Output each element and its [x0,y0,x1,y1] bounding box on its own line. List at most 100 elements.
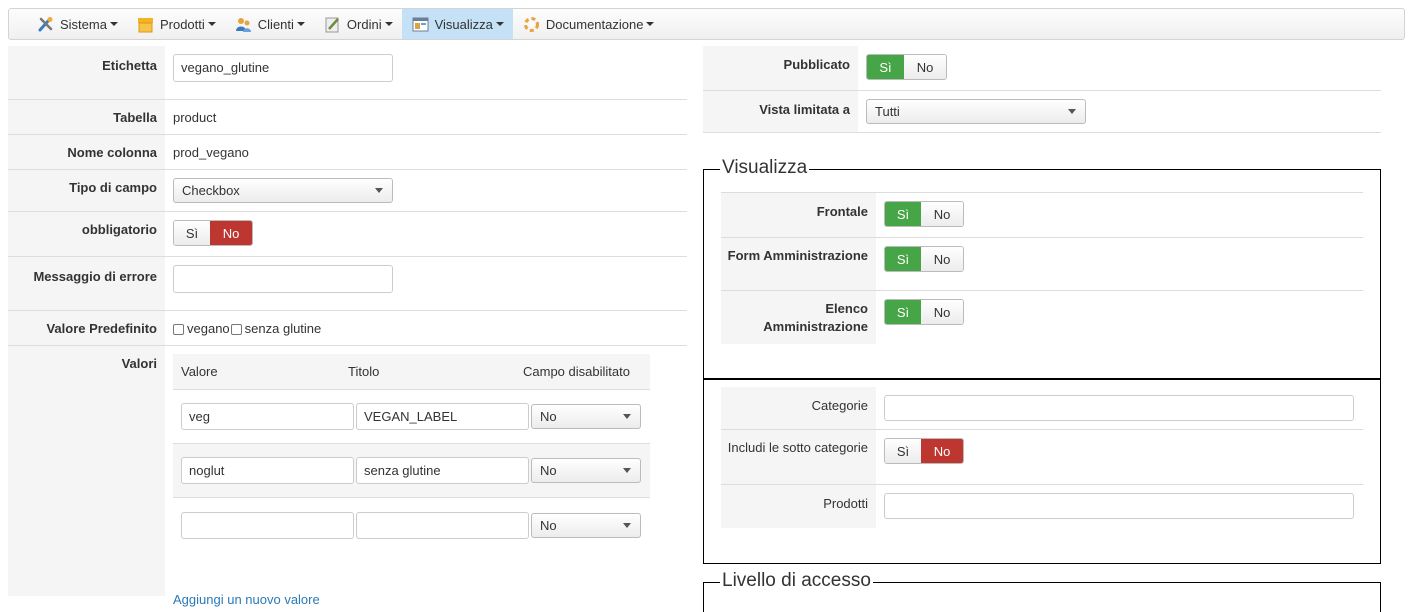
valore-input[interactable]: veg [181,403,354,430]
box-icon [137,16,154,33]
frontale-no-button[interactable]: No [921,202,963,226]
field-form: Etichetta vegano_glutine Tabella product… [8,46,687,607]
vegano-checkbox[interactable] [173,324,184,335]
titolo-input[interactable] [356,511,529,539]
titolo-input[interactable]: senza glutine [356,457,529,484]
select-value: No [540,409,557,424]
menu-label: Sistema [60,16,107,32]
includi-toggle: Sì No [884,438,964,464]
label-tipo-campo: Tipo di campo [8,170,165,211]
select-value: No [540,463,557,478]
window-icon [412,16,429,33]
menu-label: Visualizza [434,16,493,32]
select-value: Tutti [875,104,900,119]
disabilitato-select[interactable]: No [531,512,641,538]
categorie-input[interactable] [884,395,1354,421]
label-etichetta: Etichetta [8,46,165,99]
menu-documentazione[interactable]: Documentazione [513,9,664,39]
add-value-link[interactable]: Aggiungi un nuovo valore [173,592,320,607]
row-frontale: Frontale Sì No [721,193,1363,238]
messaggio-errore-input[interactable] [173,265,393,293]
disabilitato-select[interactable]: No [531,458,641,483]
etichetta-input[interactable]: vegano_glutine [173,54,393,82]
includi-no-button[interactable]: No [921,439,963,463]
header-titolo: Titolo [348,364,380,379]
obbligatorio-yes-button[interactable]: Sì [174,221,210,245]
label-tabella: Tabella [8,100,165,134]
label-pubblicato: Pubblicato [703,46,858,90]
row-valore-predefinito: Valore Predefinito vegano senza glutine [8,311,687,346]
row-etichetta: Etichetta vegano_glutine [8,46,687,100]
livello-accesso-fieldset: Livello di accesso [703,570,1381,612]
elenco-amministrazione-yes-button[interactable]: Sì [885,300,921,324]
dropdown-arrow-icon [1068,109,1076,114]
caret-down-icon [207,22,216,26]
form-amministrazione-toggle: Sì No [884,246,964,272]
lifebuoy-icon [523,16,540,33]
dropdown-arrow-icon [623,468,631,473]
vegano-label: vegano [187,321,230,336]
livello-accesso-legend: Livello di accesso [720,570,873,592]
caret-down-icon [296,22,305,26]
dropdown-arrow-icon [375,188,383,193]
frontale-yes-button[interactable]: Sì [885,202,921,226]
pubblicato-no-button[interactable]: No [904,55,946,79]
senza-glutine-checkbox[interactable] [230,324,242,335]
valori-header: Valore Titolo Campo disabilitato [173,354,650,390]
row-tipo-campo: Tipo di campo Checkbox [8,170,687,212]
menu-label: Documentazione [545,16,644,32]
label-obbligatorio: obbligatorio [8,212,165,256]
header-campo-disabilitato: Campo disabilitato [523,364,630,379]
select-value: No [540,517,557,533]
pubblicato-yes-button[interactable]: Sì [867,55,904,79]
row-vista-limitata: Vista limitata a Tutti [703,91,1381,133]
visualizza-fieldset: Visualizza Frontale Sì No Form Amministr… [703,157,1381,379]
visualizza-legend: Visualizza [720,157,810,179]
frontale-toggle: Sì No [884,201,964,227]
row-categorie: Categorie [721,387,1363,430]
select-value: Checkbox [182,183,240,198]
includi-yes-button[interactable]: Sì [885,439,921,463]
label-prodotti: Prodotti [721,485,876,528]
tools-icon [37,16,54,33]
obbligatorio-no-button[interactable]: No [210,221,252,245]
dropdown-arrow-icon [623,522,631,528]
label-valore-predefinito: Valore Predefinito [8,311,165,345]
menu-prodotti[interactable]: Prodotti [127,9,225,39]
categorie-table: Categorie Includi le sotto categorie Sì … [721,387,1363,528]
disabilitato-select[interactable]: No [531,404,641,429]
valori-table: Valore Titolo Campo disabilitato veg VEG… [173,354,650,552]
header-valore: Valore [181,364,218,379]
form-amministrazione-no-button[interactable]: No [921,247,963,271]
menu-sistema[interactable]: Sistema [27,9,127,39]
label-includi-sotto-categorie: Includi le sotto categorie [721,430,876,484]
prodotti-input[interactable] [884,493,1354,519]
menu-clienti[interactable]: Clienti [225,9,314,39]
menu-label: Ordini [346,16,382,32]
menu-label: Clienti [257,16,294,32]
menu-ordini[interactable]: Ordini [314,9,402,39]
titolo-input[interactable]: VEGAN_LABEL [356,403,529,430]
top-menu-bar: Sistema Prodotti Clienti Ordini Visualiz… [8,8,1405,40]
valore-input[interactable] [181,511,354,539]
visualizza-table: Frontale Sì No Form Amministrazione Sì N… [721,192,1363,344]
caret-down-icon [384,22,393,26]
row-tabella: Tabella product [8,100,687,135]
vista-limitata-select[interactable]: Tutti [866,99,1086,124]
menu-visualizza[interactable]: Visualizza [401,9,513,39]
elenco-amministrazione-toggle: Sì No [884,299,964,325]
label-elenco-amministrazione: Elenco Amministrazione [721,291,876,344]
row-nome-colonna: Nome colonna prod_vegano [8,135,687,170]
row-obbligatorio: obbligatorio Sì No [8,212,687,257]
valore-input[interactable]: noglut [181,457,354,484]
menu-label: Prodotti [159,16,205,32]
row-prodotti: Prodotti [721,485,1363,528]
row-elenco-amministrazione: Elenco Amministrazione Sì No [721,291,1363,344]
dropdown-arrow-icon [623,414,631,419]
tipo-campo-select[interactable]: Checkbox [173,178,393,203]
table-row: noglut senza glutine No [173,444,650,498]
elenco-amministrazione-no-button[interactable]: No [921,300,963,324]
row-valori: Valori Valore Titolo Campo disabilitato … [8,346,687,607]
form-amministrazione-yes-button[interactable]: Sì [885,247,921,271]
caret-down-icon [646,22,655,26]
